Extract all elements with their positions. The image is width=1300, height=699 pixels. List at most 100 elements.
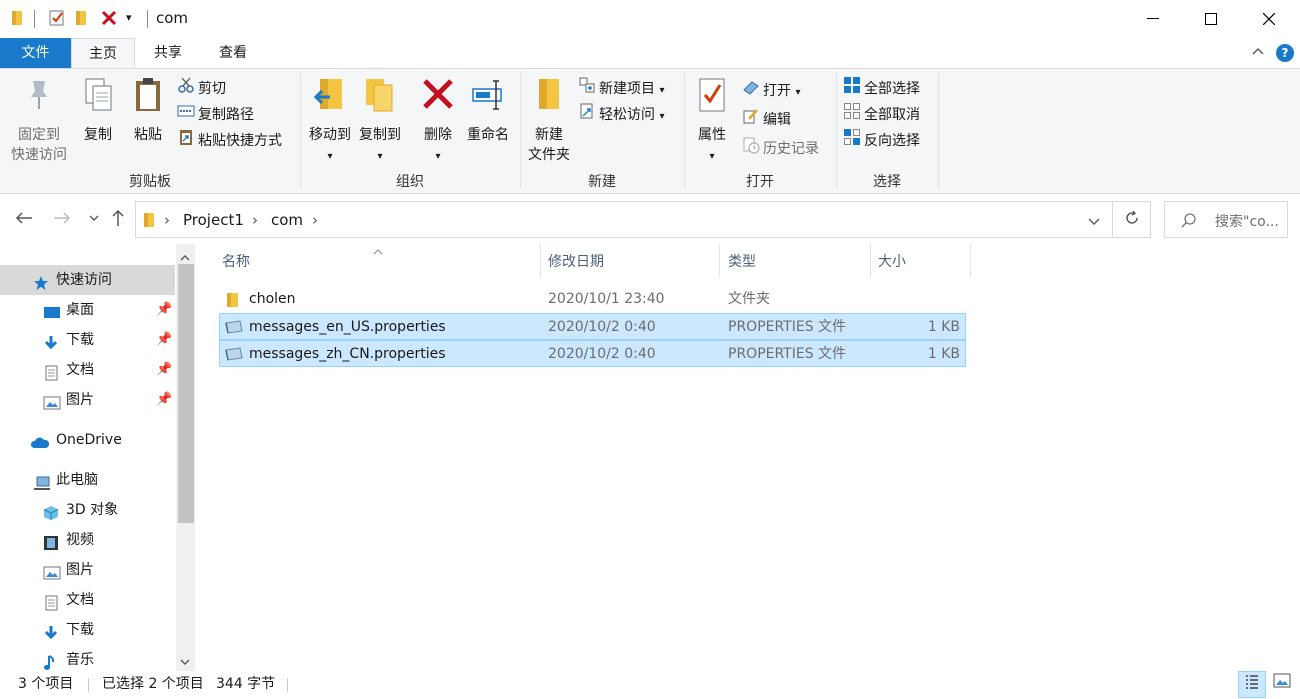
sort-ascending-icon — [372, 244, 384, 260]
tab-home[interactable]: 主页 — [71, 38, 135, 69]
group-label-select: 选择 — [873, 174, 901, 190]
scroll-down-icon[interactable] — [180, 654, 190, 670]
easy-access-dropdown-icon: ▾ — [659, 111, 665, 122]
back-button[interactable] — [13, 207, 35, 229]
pin-to-quick-access-button[interactable]: 固定到 快速访问 — [8, 75, 70, 165]
column-header-type[interactable]: 类型 — [728, 244, 756, 280]
nav-item-documents-pc[interactable]: 文档 — [0, 585, 175, 615]
tab-view[interactable]: 查看 — [203, 38, 263, 68]
tab-share[interactable]: 共享 — [138, 38, 198, 68]
collapse-ribbon-icon[interactable] — [1251, 44, 1265, 62]
help-icon[interactable]: ? — [1276, 44, 1294, 62]
breadcrumb-separator-icon[interactable]: › — [164, 211, 170, 229]
nav-label-documents: 文档 — [66, 362, 94, 378]
quick-access-dropdown-icon[interactable]: ▾ — [126, 11, 132, 24]
maximize-button[interactable] — [1182, 0, 1240, 38]
select-all-button[interactable]: 全部选择 — [843, 76, 920, 100]
file-row-messages-zh-cn[interactable]: messages_zh_CN.properties 2020/10/2 0:40… — [219, 340, 966, 367]
edit-button[interactable]: 编辑 — [742, 107, 791, 131]
paste-icon — [128, 75, 168, 121]
properties-icon[interactable] — [48, 9, 66, 31]
address-bar[interactable]: › Project1 › com › — [135, 201, 1113, 238]
edit-icon — [742, 107, 760, 133]
breadcrumb-separator-icon[interactable]: › — [252, 211, 258, 229]
address-dropdown-icon[interactable] — [1088, 214, 1100, 230]
search-input[interactable]: 搜索"co... — [1215, 211, 1279, 231]
breadcrumb-com[interactable]: com — [271, 211, 303, 229]
copy-to-button[interactable]: 复制到 ▾ — [356, 75, 404, 167]
pin-icon[interactable]: 📌 — [156, 385, 172, 415]
up-button[interactable] — [107, 207, 129, 229]
nav-label-documents-pc: 文档 — [66, 592, 94, 608]
new-folder-button[interactable]: 新建 文件夹 — [526, 75, 572, 165]
nav-item-documents[interactable]: 文档 📌 — [0, 355, 175, 385]
select-none-icon — [843, 102, 861, 128]
rename-button[interactable]: 重命名 — [464, 75, 512, 145]
nav-item-downloads[interactable]: 下载 📌 — [0, 325, 175, 355]
invert-selection-button[interactable]: 反向选择 — [843, 128, 920, 152]
pin-icon[interactable]: 📌 — [156, 295, 172, 325]
copy-button[interactable]: 复制 — [78, 75, 118, 145]
column-header-size[interactable]: 大小 — [878, 244, 906, 280]
move-to-button[interactable]: 移动到 ▾ — [306, 75, 354, 167]
rename-label: 重命名 — [467, 127, 509, 143]
recent-locations-button[interactable] — [83, 207, 105, 229]
properties-dropdown-icon: ▾ — [709, 151, 715, 162]
open-label: 打开 — [763, 83, 791, 99]
copy-path-button[interactable]: 复制路径 — [177, 102, 254, 126]
minimize-button[interactable] — [1124, 0, 1182, 38]
history-icon — [742, 136, 760, 162]
column-header-modified[interactable]: 修改日期 — [548, 244, 604, 280]
forward-button[interactable] — [51, 207, 73, 229]
nav-scrollbar-thumb[interactable] — [178, 264, 194, 523]
delete-icon[interactable] — [100, 9, 118, 31]
delete-label: 删除 — [424, 127, 452, 143]
history-button[interactable]: 历史记录 — [742, 136, 819, 160]
nav-item-pictures-pc[interactable]: 图片 — [0, 555, 175, 585]
large-icons-view-button[interactable] — [1268, 671, 1296, 698]
tab-file[interactable]: 文件 — [0, 38, 71, 68]
navigation-pane: 快速访问 桌面 📌 下载 📌 文档 📌 图片 📌 OneDrive 此电脑 3D… — [0, 244, 196, 671]
pin-icon[interactable]: 📌 — [156, 355, 172, 385]
file-modified: 2020/10/2 0:40 — [548, 346, 656, 362]
open-button[interactable]: 打开 ▾ — [742, 78, 800, 102]
select-all-icon — [843, 76, 861, 102]
properties-button[interactable]: 属性 ▾ — [690, 75, 734, 167]
file-row-messages-en-us[interactable]: messages_en_US.properties 2020/10/2 0:40… — [219, 313, 966, 340]
pin-icon — [8, 75, 70, 121]
breadcrumb-project1[interactable]: Project1 — [183, 211, 244, 229]
column-header-name[interactable]: 名称 — [222, 244, 250, 280]
paste-shortcut-button[interactable]: 粘贴快捷方式 — [177, 128, 282, 152]
select-none-button[interactable]: 全部取消 — [843, 102, 920, 126]
new-folder-icon[interactable] — [74, 9, 90, 31]
cut-button[interactable]: 剪切 — [177, 76, 226, 100]
nav-item-3d-objects[interactable]: 3D 对象 — [0, 495, 175, 525]
nav-item-onedrive[interactable]: OneDrive — [0, 425, 175, 455]
refresh-button[interactable] — [1113, 201, 1151, 238]
nav-label-pictures: 图片 — [66, 392, 94, 408]
details-view-button[interactable] — [1238, 671, 1266, 698]
nav-label-pictures-pc: 图片 — [66, 562, 94, 578]
nav-item-quick-access[interactable]: 快速访问 — [0, 265, 175, 295]
file-name: messages_en_US.properties — [249, 319, 446, 335]
new-item-button[interactable]: 新建项目 ▾ — [578, 76, 664, 100]
nav-item-videos[interactable]: 视频 — [0, 525, 175, 555]
paste-button[interactable]: 粘贴 — [128, 75, 168, 145]
nav-item-desktop[interactable]: 桌面 📌 — [0, 295, 175, 325]
close-button[interactable] — [1240, 0, 1298, 38]
nav-item-downloads-pc[interactable]: 下载 — [0, 615, 175, 645]
nav-item-this-pc[interactable]: 此电脑 — [0, 465, 175, 495]
pin-label-line1: 固定到 — [18, 127, 60, 143]
status-selection-count: 已选择 2 个项目 — [102, 676, 204, 692]
easy-access-button[interactable]: 轻松访问 ▾ — [578, 102, 664, 126]
file-row-cholen[interactable]: cholen 2020/10/1 23:40 文件夹 — [219, 286, 966, 313]
search-box[interactable]: 搜索"co... — [1164, 201, 1288, 238]
copy-to-icon — [356, 75, 404, 121]
nav-label-3d-objects: 3D 对象 — [66, 502, 119, 518]
nav-item-pictures[interactable]: 图片 📌 — [0, 385, 175, 415]
large-icons-view-icon — [1273, 672, 1291, 698]
pin-icon[interactable]: 📌 — [156, 325, 172, 355]
paste-shortcut-label: 粘贴快捷方式 — [198, 133, 282, 149]
delete-button[interactable]: 删除 ▾ — [418, 75, 458, 167]
breadcrumb-separator-icon[interactable]: › — [312, 211, 318, 229]
